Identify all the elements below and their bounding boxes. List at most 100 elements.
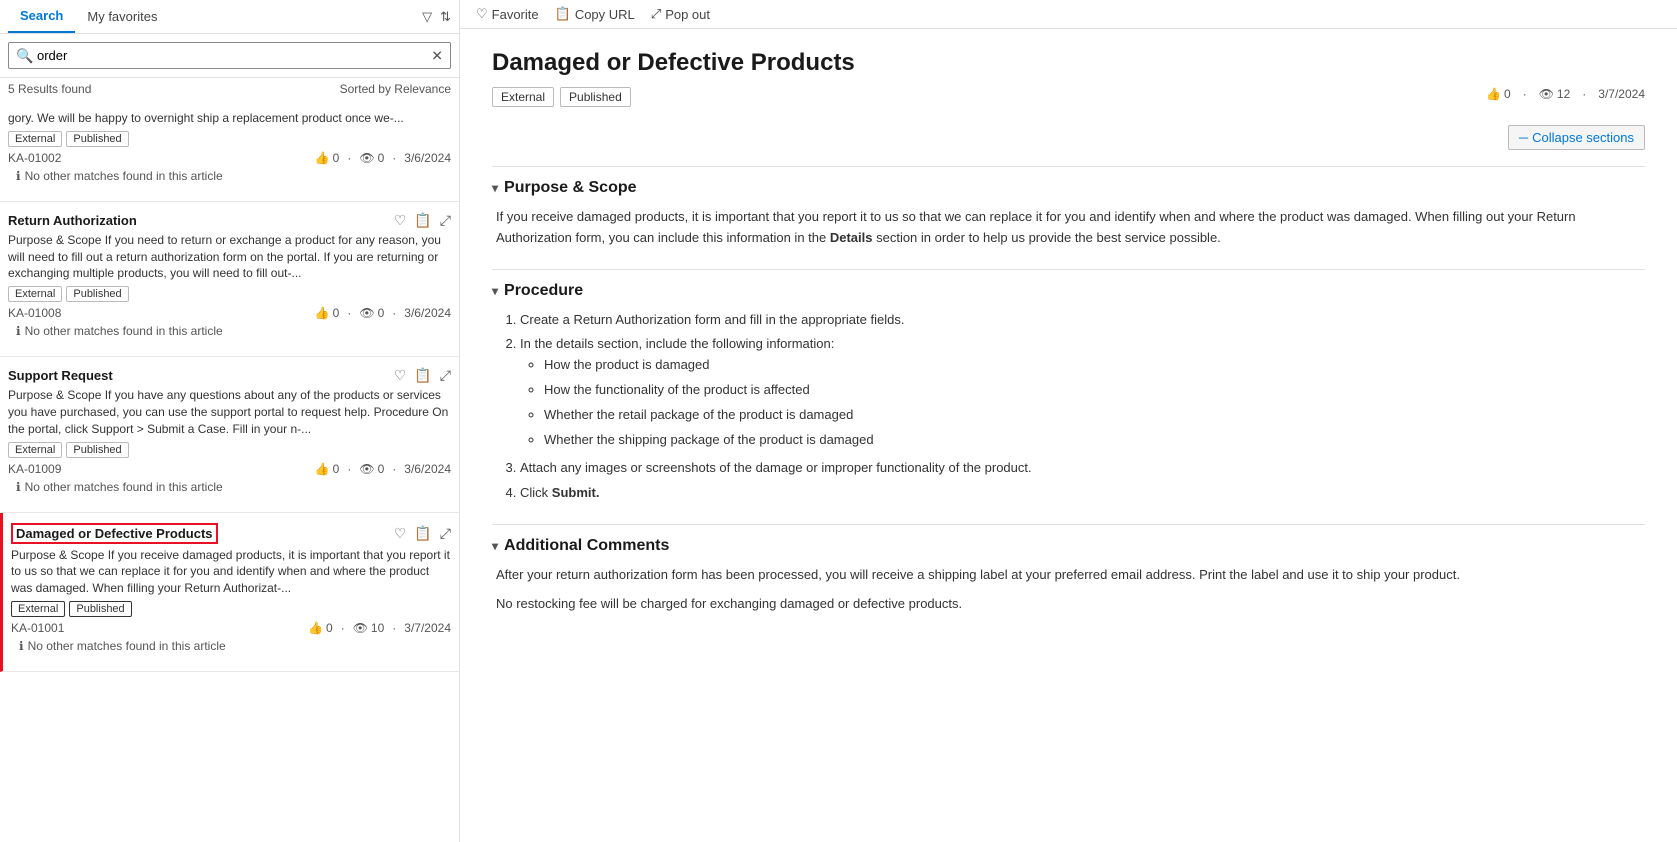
favorite-icon[interactable]: ♡ (394, 367, 407, 384)
sort-label: Sorted by Relevance (340, 82, 451, 96)
tab-favorites[interactable]: My favorites (75, 1, 169, 32)
views: 👁 10 (353, 621, 385, 635)
info-icon: ℹ (16, 480, 21, 494)
article-divider (492, 524, 1645, 525)
favorite-button[interactable]: ♡ Favorite (476, 6, 539, 22)
purpose-text: If you receive damaged products, it is i… (496, 207, 1645, 249)
result-ka: KA-01002 (8, 151, 61, 165)
search-input[interactable] (8, 42, 451, 69)
collapse-sections-button[interactable]: ─ Collapse sections (1508, 125, 1645, 150)
clear-icon[interactable]: ✕ (431, 47, 443, 64)
tag-external: External (8, 442, 62, 458)
tag-published: Published (69, 601, 131, 617)
result-tags: External Published (8, 442, 451, 458)
popout-icon[interactable]: ⤢ (440, 367, 451, 384)
likes: 👍 0 (315, 462, 340, 476)
result-meta-right: 👍 0 · 👁 0 · 3/6/2024 (315, 462, 451, 476)
result-meta-right: 👍 0 · 👁 10 · 3/7/2024 (308, 621, 451, 635)
tab-bar: Search My favorites ▽ ⇅ (0, 0, 459, 34)
copy-icon[interactable]: 📋 (414, 212, 431, 229)
result-ka: KA-01001 (11, 621, 64, 635)
sort-icon[interactable]: ⇅ (440, 9, 451, 25)
left-panel: Search My favorites ▽ ⇅ 🔍 ✕ 5 Results fo… (0, 0, 460, 842)
date: 3/7/2024 (404, 621, 451, 635)
likes: 👍 0 (308, 621, 333, 635)
article-likes: 👍 0 (1486, 87, 1511, 101)
tag-published: Published (66, 131, 128, 147)
bullet-1: How the product is damaged (544, 355, 1645, 376)
result-title: Support Request (8, 368, 113, 383)
procedure-steps: Create a Return Authorization form and f… (496, 310, 1645, 504)
copy-label: Copy URL (575, 7, 635, 22)
tag-published: Published (66, 286, 128, 302)
search-icon: 🔍 (16, 47, 33, 64)
info-icon: ℹ (16, 169, 21, 183)
collapse-icon: ─ (1519, 130, 1528, 145)
popout-icon[interactable]: ⤢ (440, 525, 451, 542)
section-purpose-scope: ▾ Purpose & Scope If you receive damaged… (492, 179, 1645, 249)
tab-search[interactable]: Search (8, 0, 75, 33)
copy-url-button[interactable]: 📋 Copy URL (555, 6, 635, 22)
filter-icon[interactable]: ▽ (422, 9, 432, 25)
favorite-icon[interactable]: ♡ (394, 212, 407, 229)
list-item[interactable]: Support Request ♡ 📋 ⤢ Purpose & Scope If… (0, 357, 459, 512)
result-excerpt: gory. We will be happy to overnight ship… (8, 110, 451, 127)
result-meta: KA-01002 👍 0 · 👁 0 · 3/6/2024 (8, 151, 451, 165)
result-actions: ♡ 📋 ⤢ (394, 212, 451, 229)
info-icon: ℹ (16, 324, 21, 338)
section-title-procedure: Procedure (504, 282, 583, 300)
list-item[interactable]: Return Authorization ♡ 📋 ⤢ Purpose & Sco… (0, 202, 459, 357)
views: 👁 0 (359, 306, 384, 320)
copy-icon: 📋 (555, 6, 571, 22)
result-excerpt: Purpose & Scope If you have any question… (8, 387, 451, 437)
tag-external: External (492, 87, 554, 107)
result-actions: ♡ 📋 ⤢ (394, 367, 451, 384)
section-body-additional: After your return authorization form has… (492, 565, 1645, 615)
section-title-purpose: Purpose & Scope (504, 179, 636, 197)
chevron-icon: ▾ (492, 539, 498, 553)
no-match: ℹ No other matches found in this article (8, 320, 451, 346)
date: 3/6/2024 (404, 151, 451, 165)
article-title: Damaged or Defective Products (492, 49, 1645, 77)
heart-icon: ♡ (476, 6, 488, 22)
list-item[interactable]: gory. We will be happy to overnight ship… (0, 100, 459, 202)
result-header: Support Request ♡ 📋 ⤢ (8, 367, 451, 384)
popout-icon[interactable]: ⤢ (440, 212, 451, 229)
likes: 👍 0 (315, 306, 340, 320)
popout-button[interactable]: ⤢ Pop out (651, 6, 710, 22)
section-body-procedure: Create a Return Authorization form and f… (492, 310, 1645, 504)
result-tags: External Published (11, 601, 451, 617)
procedure-bullets: How the product is damaged How the funct… (520, 355, 1645, 450)
additional-line-1: After your return authorization form has… (496, 565, 1645, 586)
right-panel: ♡ Favorite 📋 Copy URL ⤢ Pop out Damaged … (460, 0, 1677, 842)
result-header: Damaged or Defective Products ♡ 📋 ⤢ (11, 523, 451, 544)
result-title: Return Authorization (8, 213, 137, 228)
likes: 👍 0 (315, 151, 340, 165)
result-header: Return Authorization ♡ 📋 ⤢ (8, 212, 451, 229)
no-match: ℹ No other matches found in this article (8, 476, 451, 502)
article-toolbar: ♡ Favorite 📋 Copy URL ⤢ Pop out (460, 0, 1677, 29)
article-date: 3/7/2024 (1598, 87, 1645, 101)
info-icon: ℹ (19, 639, 24, 653)
chevron-icon: ▾ (492, 181, 498, 195)
section-header-purpose[interactable]: ▾ Purpose & Scope (492, 179, 1645, 197)
result-excerpt: Purpose & Scope If you receive damaged p… (11, 547, 451, 597)
search-box-container: 🔍 ✕ (0, 34, 459, 78)
tag-external: External (8, 286, 62, 302)
results-count: 5 Results found (8, 82, 91, 96)
procedure-step-1: Create a Return Authorization form and f… (520, 310, 1645, 331)
copy-icon[interactable]: 📋 (414, 367, 431, 384)
result-meta-right: 👍 0 · 👁 0 · 3/6/2024 (315, 151, 451, 165)
copy-icon[interactable]: 📋 (414, 525, 431, 542)
views: 👁 0 (359, 462, 384, 476)
list-item-selected[interactable]: Damaged or Defective Products ♡ 📋 ⤢ Purp… (0, 513, 459, 672)
bullet-4: Whether the shipping package of the prod… (544, 430, 1645, 451)
chevron-icon: ▾ (492, 284, 498, 298)
article-meta-top: 👍 0 · 👁 12 · 3/7/2024 (1486, 87, 1645, 101)
article-views: 👁 12 (1539, 87, 1571, 101)
no-match: ℹ No other matches found in this article (11, 635, 451, 661)
section-header-procedure[interactable]: ▾ Procedure (492, 282, 1645, 300)
section-header-additional[interactable]: ▾ Additional Comments (492, 537, 1645, 555)
favorite-icon[interactable]: ♡ (394, 525, 407, 542)
additional-line-2: No restocking fee will be charged for ex… (496, 594, 1645, 615)
